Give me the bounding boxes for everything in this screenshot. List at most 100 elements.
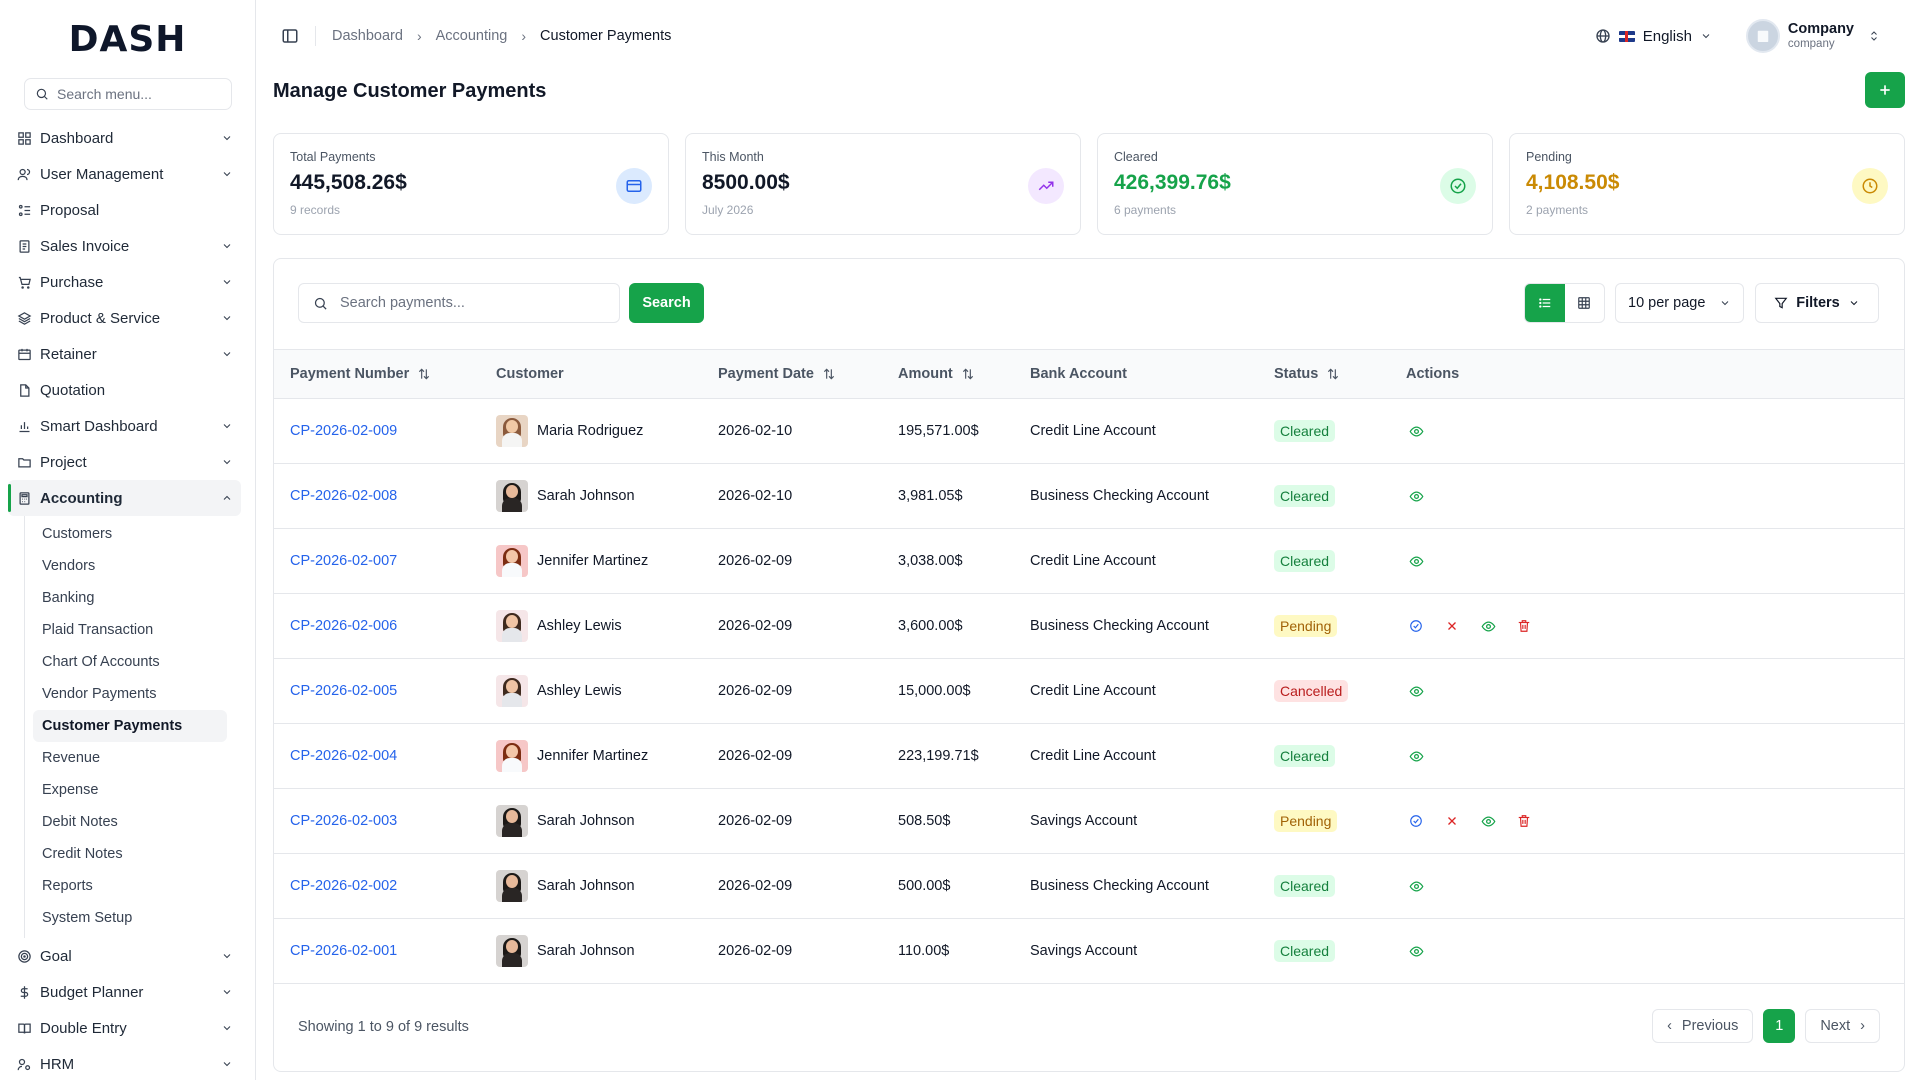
view-icon[interactable]: [1409, 944, 1424, 959]
view-icon[interactable]: [1481, 814, 1496, 829]
submenu-item-reports[interactable]: Reports: [25, 870, 227, 902]
filters-button[interactable]: Filters: [1755, 283, 1879, 323]
chevron-up-icon: [223, 495, 231, 500]
payment-number-link[interactable]: CP-2026-02-004: [290, 748, 397, 764]
payment-search-input[interactable]: Search payments...: [298, 283, 620, 323]
sidebar-item-product-service[interactable]: Product & Service: [0, 300, 255, 336]
breadcrumb-dashboard[interactable]: Dashboard: [332, 28, 403, 44]
submenu-item-chart-of-accounts[interactable]: Chart Of Accounts: [25, 646, 227, 678]
submenu-item-debit-notes[interactable]: Debit Notes: [25, 806, 227, 838]
view-icon[interactable]: [1481, 619, 1496, 634]
sidebar-search-input[interactable]: Search menu...: [24, 78, 232, 110]
payment-number-link[interactable]: CP-2026-02-001: [290, 943, 397, 959]
table-row: CP-2026-02-006 Ashley Lewis 2026-02-09 3…: [274, 594, 1904, 659]
delete-icon[interactable]: [1517, 619, 1531, 633]
per-page-select[interactable]: 10 per page: [1615, 283, 1744, 323]
breadcrumb-accounting[interactable]: Accounting: [436, 28, 508, 44]
company-switcher[interactable]: Company company: [1788, 22, 1854, 50]
customer-avatar: [496, 480, 528, 512]
payment-number-link[interactable]: CP-2026-02-005: [290, 683, 397, 699]
search-button[interactable]: Search: [629, 283, 704, 323]
column-header-payment-date[interactable]: Payment Date: [702, 350, 882, 399]
sidebar-item-label: User Management: [40, 165, 164, 183]
submenu-item-plaid-transaction[interactable]: Plaid Transaction: [25, 614, 227, 646]
payment-number-link[interactable]: CP-2026-02-007: [290, 553, 397, 569]
panel-toggle-icon[interactable]: [281, 27, 299, 45]
add-payment-button[interactable]: [1865, 72, 1905, 108]
payment-date-cell: 2026-02-09: [718, 878, 793, 894]
sidebar-item-sales-invoice[interactable]: Sales Invoice: [0, 228, 255, 264]
submenu-item-banking[interactable]: Banking: [25, 582, 240, 619]
submenu-item-label: Reports: [42, 878, 93, 894]
language-selector[interactable]: English: [1595, 28, 1712, 45]
previous-page-button[interactable]: ‹ Previous: [1652, 1009, 1754, 1043]
sidebar-item-quotation[interactable]: Quotation: [0, 372, 255, 408]
chevron-down-icon: [223, 352, 231, 357]
approve-icon[interactable]: [1409, 814, 1423, 828]
view-icon[interactable]: [1409, 424, 1424, 439]
amount-cell: 195,571.00$: [898, 423, 979, 439]
bar-chart-icon: [16, 418, 32, 434]
sidebar-item-double-entry[interactable]: Double Entry: [0, 1010, 255, 1046]
status-badge: Cleared: [1274, 550, 1336, 572]
column-header-payment-number[interactable]: Payment Number: [274, 350, 480, 399]
payment-number-link[interactable]: CP-2026-02-008: [290, 488, 397, 504]
sort-icon[interactable]: [417, 367, 431, 381]
submenu-item-revenue[interactable]: Revenue: [25, 742, 227, 774]
sidebar-item-label: Project: [40, 453, 87, 471]
sidebar-item-budget-planner[interactable]: Budget Planner: [0, 974, 255, 1010]
view-icon[interactable]: [1409, 749, 1424, 764]
submenu-item-vendors[interactable]: Vendors: [25, 550, 227, 582]
submenu-item-credit-notes[interactable]: Credit Notes: [25, 838, 227, 870]
sidebar-item-accounting[interactable]: Accounting: [8, 480, 241, 516]
view-icon[interactable]: [1409, 554, 1424, 569]
grid-view-button[interactable]: [1565, 284, 1605, 322]
sidebar-item-goal[interactable]: Goal: [0, 938, 255, 974]
reject-icon[interactable]: [1445, 814, 1459, 828]
payment-number-link[interactable]: CP-2026-02-003: [290, 813, 397, 829]
sidebar-item-proposal[interactable]: Proposal: [0, 192, 255, 228]
customer-avatar: [496, 870, 528, 902]
payment-number-cell: CP-2026-02-009: [274, 399, 480, 464]
submenu-item-label: Chart Of Accounts: [42, 654, 160, 670]
submenu-item-expense[interactable]: Expense: [25, 774, 227, 806]
submenu-item-vendor-payments[interactable]: Vendor Payments: [25, 678, 227, 710]
chevrons-up-down-icon[interactable]: [1868, 29, 1880, 43]
stat-card-value: 426,399.76$: [1114, 171, 1231, 194]
status-badge: Pending: [1274, 810, 1338, 832]
view-icon[interactable]: [1409, 684, 1424, 699]
page-1-button[interactable]: 1: [1763, 1009, 1796, 1043]
list-view-button[interactable]: [1525, 284, 1565, 322]
next-page-button[interactable]: Next ›: [1805, 1009, 1880, 1043]
submenu-item-customers[interactable]: Customers: [25, 518, 227, 550]
status-cell: Cleared: [1258, 464, 1390, 529]
column-header-status[interactable]: Status: [1258, 350, 1390, 399]
submenu-item-system-setup[interactable]: System Setup: [25, 902, 227, 934]
actions-cell: [1390, 854, 1904, 919]
payment-number-link[interactable]: CP-2026-02-006: [290, 618, 397, 634]
sort-icon[interactable]: [1326, 367, 1340, 381]
sidebar-item-hrm[interactable]: HRM: [0, 1046, 255, 1080]
sidebar-item-retainer[interactable]: Retainer: [0, 336, 255, 372]
stat-card-label: Pending: [1526, 150, 1572, 164]
delete-icon[interactable]: [1517, 814, 1531, 828]
sidebar-item-dashboard[interactable]: Dashboard: [0, 120, 255, 156]
column-header-amount[interactable]: Amount: [882, 350, 1014, 399]
sort-icon[interactable]: [961, 367, 975, 381]
sidebar-item-smart-dashboard[interactable]: Smart Dashboard: [0, 408, 255, 444]
reject-icon[interactable]: [1445, 619, 1459, 633]
sidebar-item-project[interactable]: Project: [0, 444, 255, 480]
table-footer: Showing 1 to 9 of 9 results ‹ Previous 1…: [274, 985, 1904, 1071]
sort-icon[interactable]: [822, 367, 836, 381]
customer-cell: Sarah Johnson: [480, 854, 702, 919]
payment-number-link[interactable]: CP-2026-02-002: [290, 878, 397, 894]
logo[interactable]: DASH: [0, 0, 255, 78]
payment-number-link[interactable]: CP-2026-02-009: [290, 423, 397, 439]
submenu-item-customer-payments[interactable]: Customer Payments: [33, 710, 227, 742]
view-icon[interactable]: [1409, 879, 1424, 894]
view-icon[interactable]: [1409, 489, 1424, 504]
sidebar-item-purchase[interactable]: Purchase: [0, 264, 255, 300]
sidebar-item-user-management[interactable]: User Management: [0, 156, 255, 192]
company-avatar[interactable]: [1745, 19, 1780, 53]
approve-icon[interactable]: [1409, 619, 1423, 633]
